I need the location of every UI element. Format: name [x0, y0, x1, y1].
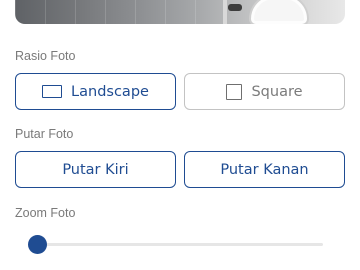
zoom-slider-track[interactable]: [37, 243, 323, 246]
ratio-section-label: Rasio Foto: [15, 49, 76, 63]
zoom-slider-thumb[interactable]: [27, 235, 47, 254]
rotate-section-label: Putar Foto: [15, 127, 74, 141]
zoom-section-label: Zoom Foto: [15, 206, 76, 220]
rotate-left-label: Putar Kiri: [62, 161, 129, 178]
square-icon: [226, 83, 243, 100]
rotate-right-label: Putar Kanan: [220, 161, 309, 178]
square-ratio-button[interactable]: Square: [184, 73, 345, 110]
rotate-right-button[interactable]: Putar Kanan: [184, 151, 345, 188]
rotate-left-button[interactable]: Putar Kiri: [15, 151, 176, 188]
photo-preview: [15, 0, 345, 24]
landscape-rectangle-icon: [42, 85, 63, 98]
landscape-label: Landscape: [71, 83, 149, 100]
landscape-ratio-button[interactable]: Landscape: [15, 73, 176, 110]
square-label: Square: [251, 83, 303, 100]
